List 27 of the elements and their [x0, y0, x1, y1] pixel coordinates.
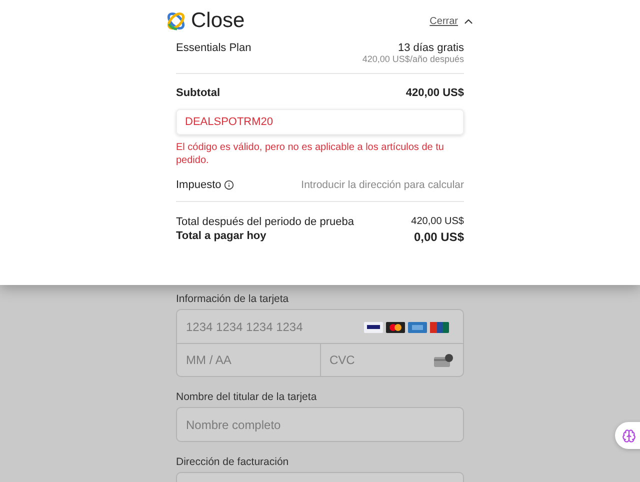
close-link[interactable]: Cerrar	[430, 14, 475, 28]
cvc-card-icon	[434, 354, 454, 366]
due-today-value: 0,00 US$	[414, 230, 464, 244]
info-icon[interactable]	[224, 180, 234, 190]
due-today-label: Total a pagar hoy	[176, 230, 266, 242]
plan-note: 420,00 US$/año después	[362, 54, 464, 64]
subtotal-value: 420,00 US$	[406, 87, 464, 99]
subtotal-label: Subtotal	[176, 87, 220, 99]
card-info-label: Información de la tarjeta	[176, 293, 290, 305]
logo-icon	[165, 10, 187, 32]
cardholder-label: Nombre del titular de la tarjeta	[176, 391, 318, 403]
after-trial-value: 420,00 US$	[411, 216, 464, 227]
expiry-input[interactable]: MM / AA	[186, 353, 310, 367]
coupon-error: El código es válido, pero no es aplicable a los artículos de tu pedido.	[176, 141, 445, 167]
brain-icon	[622, 428, 636, 442]
plan-name: Essentials Plan	[176, 42, 252, 54]
tax-label: Impuesto	[176, 179, 222, 191]
billing-address-label: Dirección de facturación	[176, 456, 290, 468]
card-field[interactable]: 1234 1234 1234 1234 MM / AA CVC	[176, 309, 464, 377]
cvc-input[interactable]: CVC	[330, 353, 434, 367]
coupon-field[interactable]: DEALSPOTRM20	[176, 109, 464, 135]
name-field[interactable]: Nombre completo	[176, 407, 464, 442]
card-number-input[interactable]: 1234 1234 1234 1234	[186, 320, 364, 334]
tax-value: Introducir la dirección para calcular	[301, 179, 464, 191]
brand-name: Close	[191, 9, 245, 33]
after-trial-label: Total después del periodo de prueba	[176, 216, 354, 228]
plan-price: 13 días gratis	[398, 42, 464, 54]
